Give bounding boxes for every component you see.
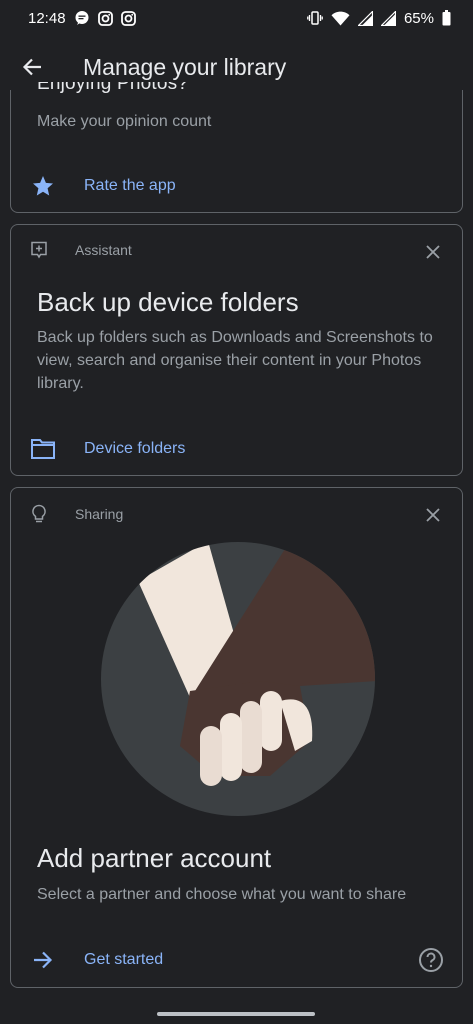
backup-folders-card: Assistant Back up device folders Back up… — [10, 224, 463, 476]
category-label: Sharing — [75, 506, 124, 522]
device-folders-button[interactable]: Device folders — [27, 433, 185, 465]
dismiss-button[interactable] — [422, 504, 444, 526]
instagram-icon — [120, 10, 136, 26]
star-icon — [27, 174, 59, 198]
status-bar: 12:48 65% — [0, 0, 473, 36]
get-started-button[interactable]: Get started — [27, 944, 163, 976]
card-title: Back up device folders — [37, 287, 299, 317]
lightbulb-icon — [27, 504, 51, 524]
assistant-icon — [27, 241, 51, 259]
partner-account-card: Sharing Add partner account Select a par… — [10, 487, 463, 988]
close-icon — [426, 245, 440, 259]
folder-icon — [27, 438, 59, 460]
status-time: 12:48 — [28, 9, 66, 27]
help-button[interactable] — [418, 947, 444, 973]
signal-icon — [380, 10, 396, 26]
gesture-nav-bar[interactable] — [157, 1012, 315, 1016]
battery-percent: 65% — [403, 9, 434, 27]
get-started-label: Get started — [84, 951, 164, 968]
arrow-forward-icon — [27, 949, 59, 971]
instagram-icon — [97, 10, 113, 26]
page-title: Manage your library — [83, 53, 287, 80]
card-category: Sharing — [27, 504, 123, 524]
battery-icon — [442, 10, 451, 26]
card-category: Assistant — [27, 241, 132, 259]
rate-app-button[interactable]: Rate the app — [27, 170, 176, 202]
rate-app-label: Rate the app — [84, 177, 176, 194]
help-icon — [419, 948, 443, 972]
card-title: Add partner account — [37, 843, 272, 873]
wifi-icon — [331, 11, 350, 26]
device-folders-label: Device folders — [84, 440, 186, 457]
rate-app-card: Enjoying Photos? Make your opinion count… — [10, 82, 463, 213]
vibrate-icon — [307, 10, 323, 26]
arrow-back-icon — [22, 58, 41, 76]
rate-card-title: Enjoying Photos? — [37, 82, 189, 94]
rate-card-subtitle: Make your opinion count — [37, 113, 212, 130]
holding-hands-illustration — [101, 542, 375, 816]
card-subtitle: Select a partner and choose what you wan… — [37, 886, 407, 903]
close-icon — [426, 508, 440, 522]
card-subtitle: Back up folders such as Downloads and Sc… — [37, 329, 433, 392]
message-icon — [74, 10, 90, 26]
signal-icon — [357, 10, 373, 26]
category-label: Assistant — [75, 242, 132, 258]
dismiss-button[interactable] — [422, 241, 444, 263]
